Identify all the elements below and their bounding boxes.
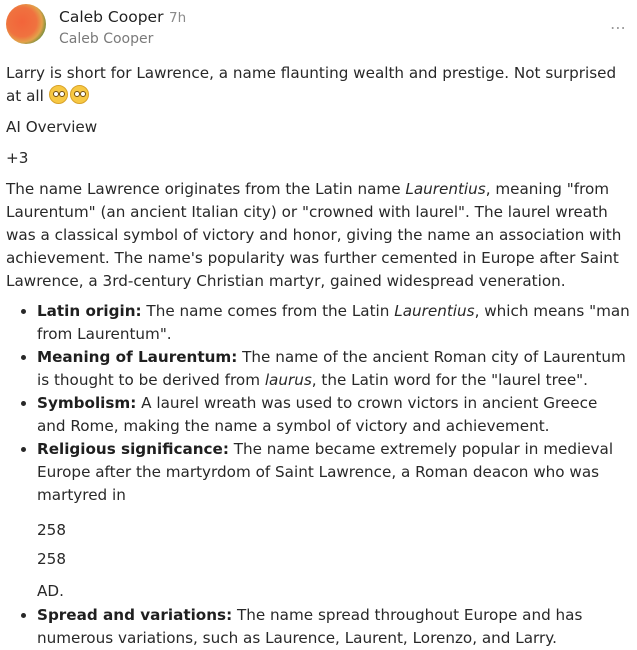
avatar[interactable] — [6, 4, 46, 44]
item-text: , the Latin word for the "laurel tree". — [311, 371, 588, 389]
eye-roll-emoji — [48, 85, 68, 104]
item-heading: Meaning of Laurentum: — [37, 348, 238, 366]
item-heading: Symbolism: — [37, 394, 137, 412]
more-options-icon[interactable]: ⋯ — [610, 16, 627, 39]
year-value: 258 — [37, 550, 66, 568]
extra-count[interactable]: +3 — [6, 147, 630, 170]
post-time: 7h — [169, 10, 187, 26]
item-heading: Religious significance: — [37, 440, 229, 458]
list-item: Meaning of Laurentum: The name of the an… — [37, 346, 630, 392]
post-text: Larry is short for Lawrence, a name flau… — [6, 62, 630, 108]
eye-roll-emoji — [69, 85, 89, 104]
overview-intro: The name Lawrence originates from the La… — [6, 178, 630, 293]
item-emphasis: Laurentius — [394, 302, 475, 320]
intro-emphasis: Laurentius — [405, 180, 486, 198]
overview-list: Latin origin: The name comes from the La… — [6, 300, 630, 650]
post-text-content: Larry is short for Lawrence, a name flau… — [6, 64, 617, 105]
list-item: Latin origin: The name comes from the La… — [37, 300, 630, 346]
author-name[interactable]: Caleb Cooper — [59, 6, 163, 29]
item-text: The name comes from the Latin — [141, 302, 395, 320]
item-heading: Latin origin: — [37, 302, 142, 320]
list-item: Religious significance: The name became … — [37, 438, 630, 603]
item-heading: Spread and variations: — [37, 606, 233, 624]
intro-text-a: The name Lawrence originates from the La… — [6, 180, 406, 198]
list-item: Spread and variations: The name spread t… — [37, 604, 630, 650]
year-value: 258 — [37, 521, 66, 539]
post-body: Larry is short for Lawrence, a name flau… — [6, 62, 630, 650]
post-header: Caleb Cooper 7h Caleb Cooper ⋯ — [6, 4, 631, 48]
era-label: AD. — [37, 582, 64, 600]
ai-overview-label: AI Overview — [6, 118, 98, 136]
item-emphasis: laurus — [264, 371, 312, 389]
list-item: Symbolism: A laurel wreath was used to c… — [37, 392, 630, 438]
author-subname: Caleb Cooper — [59, 31, 154, 47]
